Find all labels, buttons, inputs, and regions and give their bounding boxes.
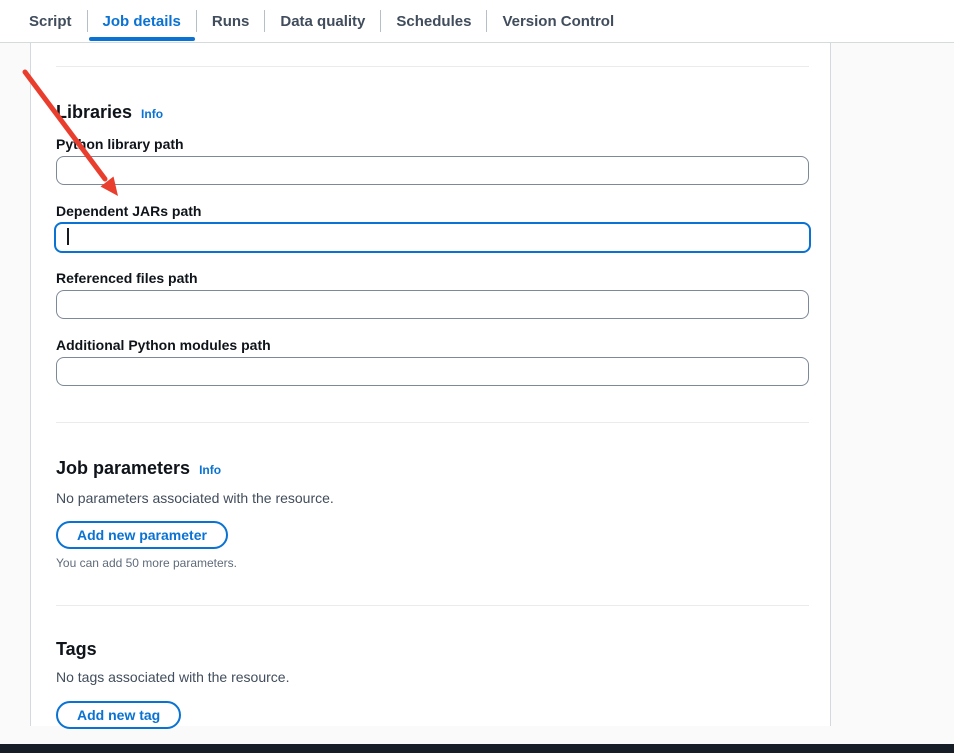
job-parameters-hint-text: You can add 50 more parameters.: [56, 555, 809, 571]
libraries-heading: Libraries Info: [56, 100, 809, 126]
tags-empty-text: No tags associated with the resource.: [56, 667, 809, 687]
dependent-jars-path-field: [56, 222, 809, 253]
tab-version-control-label: Version Control: [502, 13, 614, 30]
add-new-parameter-button[interactable]: Add new parameter: [56, 521, 228, 549]
bottom-bar: [0, 744, 954, 753]
tab-data-quality-label: Data quality: [280, 13, 365, 30]
content-area: Libraries Info Python library path Depend…: [0, 43, 954, 726]
dependent-jars-path-input[interactable]: [54, 222, 811, 253]
job-parameters-info-link[interactable]: Info: [199, 463, 221, 477]
tab-bar: Script Job details Runs Data quality Sch…: [0, 0, 954, 43]
tab-script-label: Script: [29, 13, 72, 30]
referenced-files-path-field: [56, 290, 809, 319]
tab-job-details-label: Job details: [103, 13, 181, 30]
tab-script[interactable]: Script: [14, 0, 87, 42]
tags-title: Tags: [56, 639, 97, 659]
referenced-files-path-label: Referenced files path: [56, 268, 809, 288]
text-cursor: [67, 228, 69, 245]
tab-version-control[interactable]: Version Control: [487, 0, 629, 42]
section-divider: [56, 66, 809, 67]
tab-schedules-label: Schedules: [396, 13, 471, 30]
python-library-path-input[interactable]: [56, 156, 809, 185]
section-divider: [56, 422, 809, 423]
job-parameters-section: Job parameters Info No parameters associa…: [56, 456, 809, 571]
job-parameters-empty-text: No parameters associated with the resour…: [56, 488, 809, 508]
tab-runs-label: Runs: [212, 13, 250, 30]
referenced-files-path-input[interactable]: [56, 290, 809, 319]
glue-job-details-page: Script Job details Runs Data quality Sch…: [0, 0, 954, 753]
tab-job-details[interactable]: Job details: [88, 0, 196, 42]
tab-runs[interactable]: Runs: [197, 0, 265, 42]
job-parameters-title: Job parameters: [56, 458, 190, 478]
tags-heading: Tags: [56, 637, 809, 661]
libraries-section: Libraries Info Python library path Depend…: [56, 100, 809, 386]
libraries-title: Libraries: [56, 102, 132, 122]
additional-python-modules-path-label: Additional Python modules path: [56, 335, 809, 355]
add-new-tag-button[interactable]: Add new tag: [56, 701, 181, 729]
libraries-info-link[interactable]: Info: [141, 107, 163, 121]
tab-data-quality[interactable]: Data quality: [265, 0, 380, 42]
additional-python-modules-path-input[interactable]: [56, 357, 809, 386]
tags-section: Tags No tags associated with the resourc…: [56, 637, 809, 729]
python-library-path-label: Python library path: [56, 134, 809, 154]
job-details-panel: Libraries Info Python library path Depend…: [30, 43, 831, 726]
section-divider: [56, 605, 809, 606]
additional-python-modules-path-field: [56, 357, 809, 386]
dependent-jars-path-label: Dependent JARs path: [56, 201, 809, 221]
tab-schedules[interactable]: Schedules: [381, 0, 486, 42]
job-parameters-heading: Job parameters Info: [56, 456, 809, 482]
python-library-path-field: [56, 156, 809, 185]
